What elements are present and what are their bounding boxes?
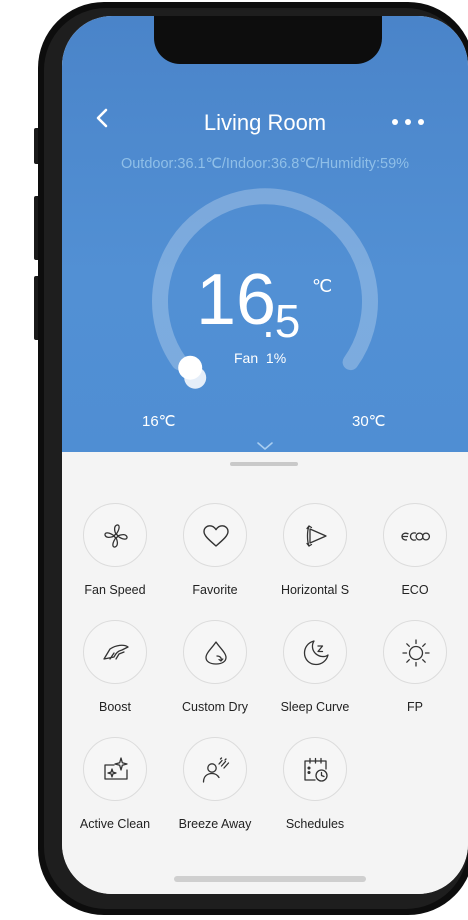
feature-icon-circle — [83, 620, 147, 684]
fan-icon — [104, 524, 128, 548]
feature-label: Schedules — [285, 817, 345, 831]
feature-panel: Fan Speed Favorite Horizontal S ECO Boos… — [62, 452, 468, 894]
feature-icon-circle — [183, 503, 247, 567]
feature-icon-circle — [283, 737, 347, 801]
eco-icon — [401, 532, 431, 541]
feature-fp[interactable]: FP — [365, 620, 465, 730]
boost-icon — [103, 644, 129, 660]
heart-icon — [203, 525, 229, 547]
feature-label: Active Clean — [79, 817, 151, 831]
feature-label: Breeze Away — [178, 817, 252, 831]
feature-boost[interactable]: Boost — [65, 620, 165, 730]
active-clean-icon — [104, 757, 128, 780]
sun-icon — [402, 639, 430, 667]
feature-label: Sleep Curve — [280, 700, 350, 714]
feature-eco[interactable]: ECO — [365, 503, 465, 613]
feature-label: Favorite — [192, 583, 238, 597]
feature-icon-circle — [83, 737, 147, 801]
min-temp-label: 16℃ — [142, 413, 176, 430]
app-screen: Living Room Outdoor:36.1℃/Indoor:36.8℃/H… — [62, 16, 468, 894]
sleep-curve-icon — [303, 640, 329, 666]
feature-breeze-away[interactable]: Breeze Away — [165, 737, 265, 847]
breeze-away-icon — [202, 757, 230, 783]
feature-icon-circle — [183, 737, 247, 801]
custom-dry-icon — [205, 641, 227, 665]
feature-active-clean[interactable]: Active Clean — [65, 737, 165, 847]
feature-icon-circle — [83, 503, 147, 567]
header-panel: Living Room Outdoor:36.1℃/Indoor:36.8℃/H… — [62, 16, 468, 452]
feature-label: Boost — [99, 700, 131, 714]
feature-icon-circle — [383, 503, 447, 567]
feature-icon-circle — [383, 620, 447, 684]
feature-favorite[interactable]: Favorite — [165, 503, 265, 613]
feature-icon-circle — [283, 620, 347, 684]
dial-knob — [178, 355, 203, 380]
setpoint-decimal: .5 — [262, 295, 301, 347]
setpoint-unit: ℃ — [312, 276, 333, 296]
fan-status: Fan 1% — [234, 350, 287, 366]
chevron-down-icon[interactable] — [255, 440, 275, 452]
feature-fan-speed[interactable]: Fan Speed — [65, 503, 165, 613]
feature-sleep-curve[interactable]: Sleep Curve — [265, 620, 365, 730]
feature-label: ECO — [401, 583, 429, 597]
feature-horizontal-swing[interactable]: Horizontal S — [265, 503, 365, 613]
feature-icon-circle — [183, 620, 247, 684]
notch — [154, 16, 382, 64]
feature-custom-dry[interactable]: Custom Dry — [165, 620, 265, 730]
max-temp-label: 30℃ — [352, 413, 386, 430]
feature-icon-circle — [283, 503, 347, 567]
feature-schedules[interactable]: Schedules — [265, 737, 365, 847]
feature-label: FP — [407, 700, 423, 714]
temperature-dial[interactable] — [62, 16, 468, 452]
home-indicator[interactable] — [174, 876, 366, 882]
horizontal-swing-icon — [306, 525, 327, 547]
feature-label: Custom Dry — [182, 700, 248, 714]
feature-label: Fan Speed — [84, 583, 146, 597]
drag-handle[interactable] — [230, 462, 298, 466]
schedule-icon — [304, 757, 328, 782]
feature-label: Horizontal S — [280, 583, 350, 597]
